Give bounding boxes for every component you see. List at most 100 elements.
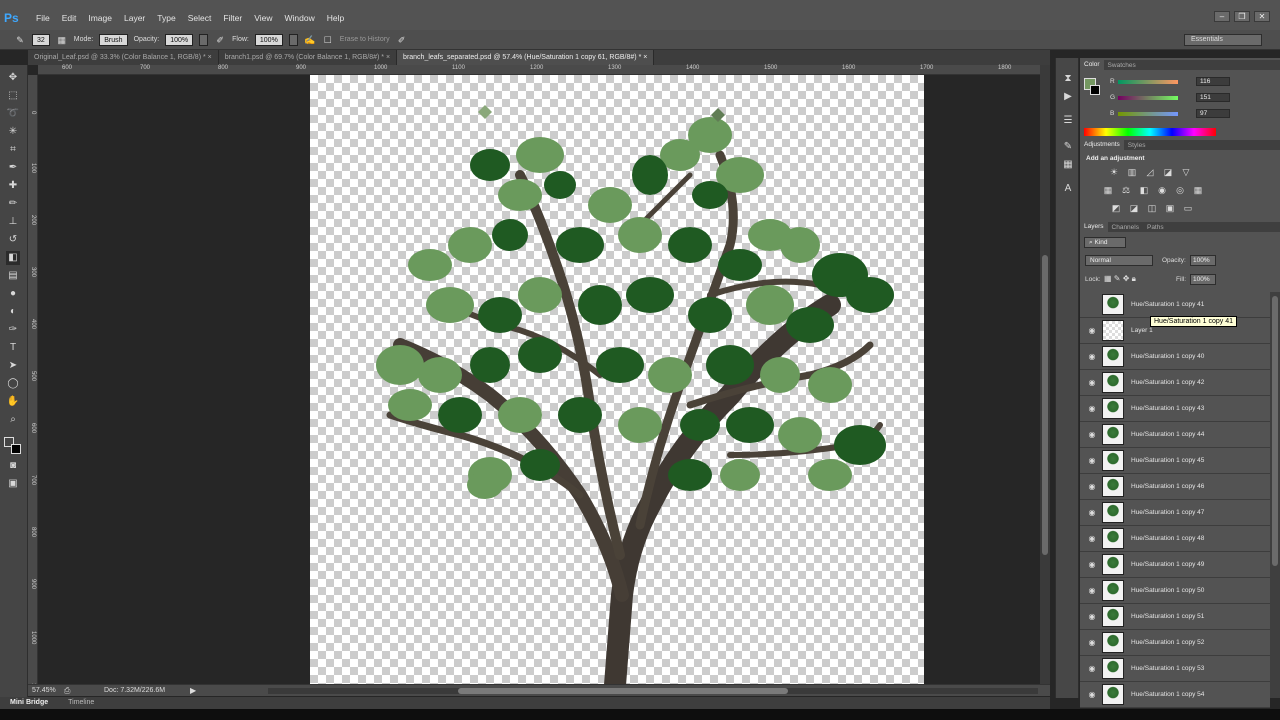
history-brush-tool-icon[interactable]: ↺ [6, 233, 20, 247]
close-tab-icon[interactable]: × [206, 54, 212, 61]
invert-icon[interactable]: ◩ [1110, 203, 1122, 214]
scroll-thumb[interactable] [1042, 255, 1048, 555]
restore-button[interactable]: ❐ [1234, 11, 1250, 22]
menu-edit[interactable]: Edit [56, 13, 83, 23]
blend-mode-select[interactable]: Normal [1085, 255, 1153, 266]
visibility-eye-icon[interactable]: ◉ [1087, 664, 1097, 674]
menu-window[interactable]: Window [278, 13, 320, 23]
quick-select-tool-icon[interactable]: ✳ [6, 125, 20, 139]
menu-type[interactable]: Type [151, 13, 181, 23]
layer-row[interactable]: ◉ Hue/Saturation 1 copy 54 [1080, 682, 1270, 708]
brush-panel-icon[interactable]: ▦ [1061, 158, 1075, 172]
layer-row[interactable]: Hue/Saturation 1 copy 41 [1080, 292, 1270, 318]
export-icon[interactable]: ⎙ [64, 686, 70, 696]
layer-row[interactable]: ◉ Hue/Saturation 1 copy 53 [1080, 656, 1270, 682]
canvas-horizontal-scrollbar[interactable] [268, 688, 1038, 694]
visibility-eye-icon[interactable]: ◉ [1087, 560, 1097, 570]
pressure-opacity-icon[interactable]: ✐ [214, 34, 226, 46]
hand-tool-icon[interactable]: ✋ [6, 395, 20, 409]
zoom-tool-icon[interactable]: ⌕ [6, 413, 20, 427]
visibility-eye-icon[interactable]: ◉ [1087, 456, 1097, 466]
brush-panel-icon[interactable]: ▦ [56, 34, 68, 46]
history-panel-icon[interactable]: ⧗ [1061, 72, 1075, 86]
layer-row[interactable]: ◉ Hue/Saturation 1 copy 48 [1080, 526, 1270, 552]
layer-row[interactable]: ◉ Hue/Saturation 1 copy 50 [1080, 578, 1270, 604]
tab-timeline[interactable]: Timeline [58, 697, 104, 709]
threshold-icon[interactable]: ◫ [1146, 203, 1158, 214]
visibility-eye-icon[interactable]: ◉ [1087, 690, 1097, 700]
tab-paths[interactable]: Paths [1143, 224, 1168, 231]
brush-presets-icon[interactable]: ✎ [1061, 140, 1075, 154]
selective-color-icon[interactable]: ▣ [1164, 203, 1176, 214]
status-menu-arrow-icon[interactable]: ▶ [190, 686, 196, 695]
erase-history-checkbox[interactable]: ☐ [322, 34, 334, 46]
workspace-switcher[interactable]: Essentials [1184, 34, 1262, 46]
color-background-swatch[interactable] [1090, 85, 1100, 95]
layer-row[interactable]: ◉ Hue/Saturation 1 copy 51 [1080, 604, 1270, 630]
black-white-icon[interactable]: ◧ [1138, 185, 1150, 196]
eraser-tool-icon[interactable]: ◧ [6, 251, 20, 265]
actions-panel-icon[interactable]: ▶ [1061, 90, 1075, 104]
visibility-eye-icon[interactable]: ◉ [1087, 638, 1097, 648]
layer-row[interactable]: ◉ Hue/Saturation 1 copy 42 [1080, 370, 1270, 396]
properties-panel-icon[interactable]: ☰ [1061, 114, 1075, 128]
photo-filter-icon[interactable]: ◉ [1156, 185, 1168, 196]
layers-scrollbar[interactable] [1270, 292, 1280, 698]
stamp-tool-icon[interactable]: ⊥ [6, 215, 20, 229]
scroll-thumb[interactable] [458, 688, 788, 694]
airbrush-icon[interactable]: ✍ [304, 34, 316, 46]
flow-dropdown[interactable] [288, 33, 298, 46]
menu-help[interactable]: Help [321, 13, 350, 23]
tab-swatches[interactable]: Swatches [1104, 62, 1140, 69]
visibility-eye-icon[interactable]: ◉ [1087, 404, 1097, 414]
brightness-icon[interactable]: ☀ [1108, 167, 1120, 178]
red-slider[interactable] [1118, 80, 1178, 84]
vibrance-icon[interactable]: ▽ [1180, 167, 1192, 178]
tab-adjustments[interactable]: Adjustments [1080, 140, 1124, 150]
background-color-swatch[interactable] [11, 444, 21, 454]
red-value[interactable]: 116 [1196, 77, 1230, 86]
pressure-size-icon[interactable]: ✐ [396, 34, 408, 46]
color-spectrum-bar[interactable] [1084, 128, 1216, 136]
posterize-icon[interactable]: ◪ [1128, 203, 1140, 214]
layer-filter-kind[interactable]: ⌕ Kind [1084, 237, 1126, 248]
green-value[interactable]: 151 [1196, 93, 1230, 102]
screen-mode-icon[interactable]: ▣ [6, 477, 20, 491]
menu-select[interactable]: Select [182, 13, 218, 23]
visibility-eye-icon[interactable]: ◉ [1087, 612, 1097, 622]
lock-icons[interactable]: ▦ ✎ ✥ 🔒︎ [1104, 274, 1136, 284]
document-tab[interactable]: branch_leafs_separated.psd @ 57.4% (Hue/… [397, 50, 655, 65]
layer-row[interactable]: ◉ Hue/Saturation 1 copy 47 [1080, 500, 1270, 526]
fill-input[interactable]: 100% [1190, 274, 1216, 285]
blue-value[interactable]: 97 [1196, 109, 1230, 118]
layer-row[interactable]: ◉ Hue/Saturation 1 copy 40 [1080, 344, 1270, 370]
color-balance-icon[interactable]: ⚖ [1120, 185, 1132, 196]
lasso-tool-icon[interactable]: ➰ [6, 107, 20, 121]
dodge-tool-icon[interactable]: ◐ [6, 305, 20, 319]
menu-filter[interactable]: Filter [217, 13, 248, 23]
layer-row[interactable]: ◉ Hue/Saturation 1 copy 52 [1080, 630, 1270, 656]
levels-icon[interactable]: ▥ [1126, 167, 1138, 178]
menu-layer[interactable]: Layer [118, 13, 151, 23]
exposure-icon[interactable]: ◪ [1162, 167, 1174, 178]
canvas-vertical-scrollbar[interactable] [1040, 65, 1050, 685]
opacity-dropdown[interactable] [199, 33, 209, 46]
menu-view[interactable]: View [248, 13, 278, 23]
curves-icon[interactable]: ◿ [1144, 167, 1156, 178]
brush-size-picker[interactable]: 32 [32, 33, 50, 46]
visibility-eye-icon[interactable]: ◉ [1087, 482, 1097, 492]
minimize-button[interactable]: – [1214, 11, 1230, 22]
ellipse-tool-icon[interactable]: ◯ [6, 377, 20, 391]
move-tool-icon[interactable]: ✥ [6, 71, 20, 85]
green-slider[interactable] [1118, 96, 1178, 100]
document-tab[interactable]: Original_Leaf.psd @ 33.3% (Color Balance… [28, 50, 219, 65]
crop-tool-icon[interactable]: ⌗ [6, 143, 20, 157]
zoom-level[interactable]: 57.45% [32, 687, 56, 694]
layer-row[interactable]: ◉ Hue/Saturation 1 copy 45 [1080, 448, 1270, 474]
mode-select[interactable]: Brush [99, 33, 128, 46]
gradient-tool-icon[interactable]: ▤ [6, 269, 20, 283]
path-select-tool-icon[interactable]: ➤ [6, 359, 20, 373]
visibility-eye-icon[interactable]: ◉ [1087, 586, 1097, 596]
visibility-eye-icon[interactable]: ◉ [1087, 326, 1097, 336]
close-button[interactable]: ✕ [1254, 11, 1270, 22]
